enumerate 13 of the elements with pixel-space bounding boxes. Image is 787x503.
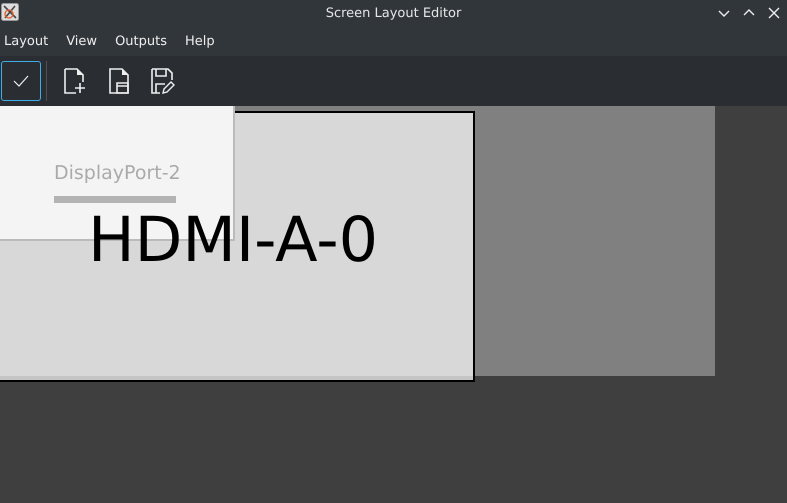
window-title: Screen Layout Editor <box>326 6 462 21</box>
close-button[interactable] <box>767 7 781 19</box>
save-icon <box>151 68 175 94</box>
menu-item[interactable]: Help <box>181 34 219 49</box>
checkmark-icon <box>13 75 29 87</box>
menu-item[interactable]: View <box>62 34 102 49</box>
apply-button[interactable] <box>1 61 41 101</box>
new-file-icon <box>64 68 86 94</box>
menu-item[interactable]: Outputs <box>111 34 171 49</box>
file-icon <box>109 68 129 94</box>
app-icon <box>1 3 19 21</box>
output-name: DisplayPort-2 <box>54 162 181 184</box>
menu-item[interactable]: Layout <box>0 34 52 49</box>
